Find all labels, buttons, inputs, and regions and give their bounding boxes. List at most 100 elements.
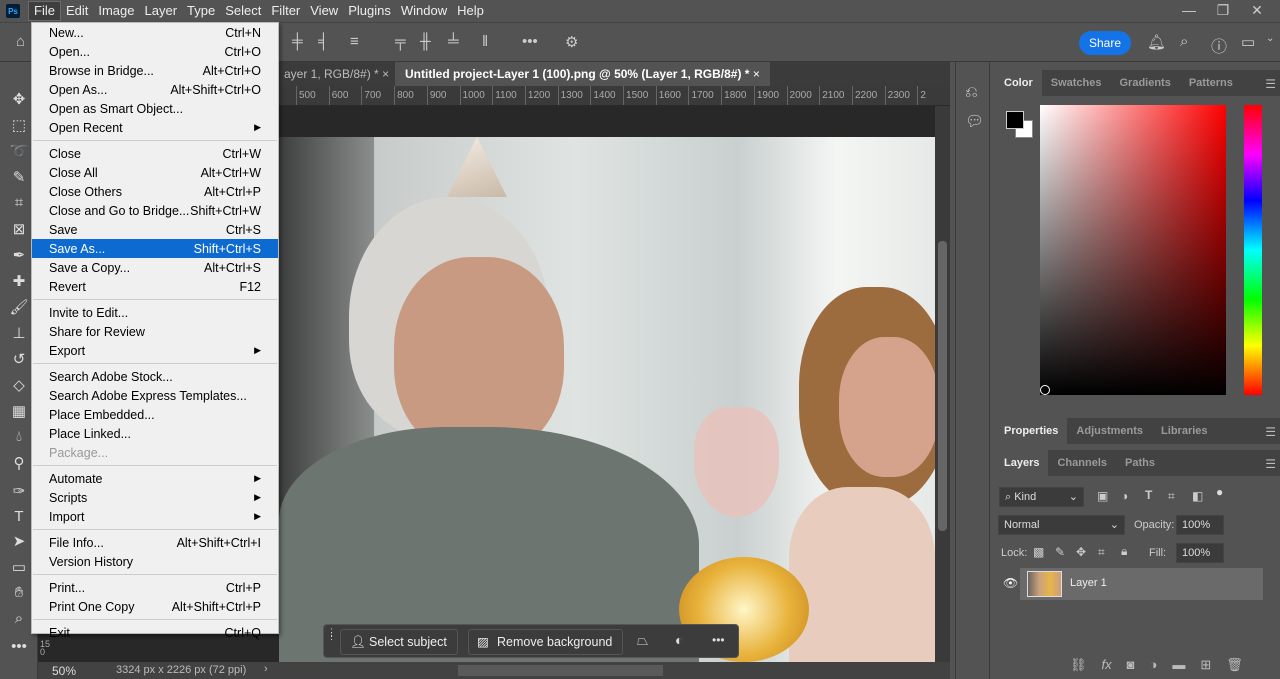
tab-paths[interactable]: Paths [1116,450,1164,476]
mask-icon[interactable]: ◙ [1127,657,1135,673]
remove-background-button[interactable]: ▨ Remove background [468,629,624,655]
file-menu-item-close-all[interactable]: Close All Alt+Ctrl+W [32,163,278,182]
trash-icon[interactable]: 🗑︎ [1226,657,1243,673]
zoom-level[interactable]: 50% [52,664,76,678]
transform-icon[interactable]: ⏢ [637,632,648,649]
help-icon[interactable]: ⓘ [1211,33,1227,57]
file-menu-item-share-for-review[interactable]: Share for Review [32,322,278,341]
close-icon[interactable]: × [382,67,389,81]
layer-filter-select[interactable]: ⌕ Kind ⌄ [999,487,1084,507]
color-picker-field[interactable] [1040,105,1226,395]
file-menu-item-open-as[interactable]: Open As... Alt+Shift+Ctrl+O [32,80,278,99]
eye-icon[interactable]: 👁︎ [1003,576,1018,590]
file-menu-item-export[interactable]: Export ▶ [32,341,278,360]
file-menu-item-automate[interactable]: Automate ▶ [32,469,278,488]
file-menu-item-open[interactable]: Open... Ctrl+O [32,42,278,61]
home-icon[interactable]: ⌂ [16,33,25,50]
close-icon[interactable]: × [753,67,760,81]
foreground-color-swatch[interactable] [1006,111,1024,129]
file-menu-item-search-adobe-express-templates[interactable]: Search Adobe Express Templates... [32,386,278,405]
file-menu-item-close-and-go-to-bridge[interactable]: Close and Go to Bridge... Shift+Ctrl+W [32,201,278,220]
panel-menu-icon[interactable]: ☰ [1265,457,1276,471]
lock-pixels-icon[interactable]: ✎ [1055,545,1065,559]
opacity-input[interactable]: 100% [1176,515,1224,535]
more-icon[interactable]: ••• [712,633,725,647]
align-right-icon[interactable]: ╡ [318,33,329,50]
scroll-thumb[interactable] [938,241,947,531]
align-bottom-icon[interactable]: ╧ [448,33,459,50]
lock-all-icon[interactable]: 🔒︎ [1121,544,1127,559]
folder-icon[interactable]: ▬ [1172,657,1185,673]
file-menu-item-scripts[interactable]: Scripts ▶ [32,488,278,507]
new-layer-icon[interactable]: ⊞ [1200,657,1211,673]
adjustment-icon[interactable]: ◐ [675,632,683,648]
file-menu-item-invite-to-edit[interactable]: Invite to Edit... [32,303,278,322]
chevron-down-icon[interactable]: ⌄ [1266,33,1274,44]
tab-document-1[interactable]: ayer 1, RGB/8#) * × [274,62,399,86]
file-menu-item-print-one-copy[interactable]: Print One Copy Alt+Shift+Ctrl+P [32,597,278,616]
document-image[interactable] [279,137,935,662]
type-filter-icon[interactable]: T [1145,488,1152,502]
adjustment-layer-icon[interactable]: ◑ [1150,657,1158,673]
file-menu-item-revert[interactable]: Revert F12 [32,277,278,296]
menu-type[interactable]: Type [182,1,220,21]
file-menu-item-save-as[interactable]: Save As... Shift+Ctrl+S [32,239,278,258]
panel-menu-icon[interactable]: ☰ [1265,425,1276,439]
menu-image[interactable]: Image [93,1,139,21]
align-middle-icon[interactable]: ╫ [420,33,431,50]
menu-filter[interactable]: Filter [266,1,305,21]
layer-name[interactable]: Layer 1 [1070,577,1107,589]
filter-toggle-icon[interactable]: ● [1216,485,1223,499]
menu-window[interactable]: Window [396,1,452,21]
tab-channels[interactable]: Channels [1048,450,1116,476]
blend-mode-select[interactable]: Normal ⌄ [998,515,1125,535]
fill-input[interactable]: 100% [1176,543,1224,563]
hue-slider[interactable] [1244,105,1262,395]
drag-handle-icon[interactable]: ⋮⋮ [327,628,336,641]
search-icon[interactable]: ⌕ [1180,33,1188,50]
lock-artboard-icon[interactable]: ⌗ [1098,545,1105,560]
file-menu-item-new[interactable]: New... Ctrl+N [32,23,278,42]
tab-patterns[interactable]: Patterns [1180,70,1242,96]
close-window-button[interactable]: ✕ [1240,0,1274,20]
gear-icon[interactable]: ⚙ [565,33,578,51]
tab-layers[interactable]: Layers [995,450,1049,476]
tab-swatches[interactable]: Swatches [1042,70,1111,96]
align-top-icon[interactable]: ╤ [395,33,406,50]
menu-edit[interactable]: Edit [61,1,93,21]
distribute-vertical-icon[interactable]: ‖ [482,33,488,50]
minimize-button[interactable]: — [1172,0,1206,20]
fx-icon[interactable]: fx [1102,657,1112,673]
lock-position-icon[interactable]: ✥ [1076,545,1086,559]
file-menu-item-close[interactable]: Close Ctrl+W [32,144,278,163]
align-center-icon[interactable]: ╪ [292,33,303,50]
tab-adjustments[interactable]: Adjustments [1067,418,1152,444]
chevron-right-icon[interactable]: › [264,663,268,675]
tab-properties[interactable]: Properties [995,418,1068,444]
tab-document-2[interactable]: Untitled project-Layer 1 (100).png @ 50%… [395,62,770,86]
tab-gradients[interactable]: Gradients [1110,70,1179,96]
workspace-icon[interactable]: ▭ [1241,33,1255,51]
file-menu-item-open-recent[interactable]: Open Recent ▶ [32,118,278,137]
more-icon[interactable]: ••• [522,33,538,50]
file-menu-item-place-linked[interactable]: Place Linked... [32,424,278,443]
share-button[interactable]: Share [1079,31,1131,55]
menu-layer[interactable]: Layer [140,1,183,21]
comments-icon[interactable]: 💬︎ [965,112,984,130]
panel-menu-icon[interactable]: ☰ [1265,77,1276,91]
select-subject-button[interactable]: 👤︎ Select subject [340,629,458,655]
file-menu-item-browse-in-bridge[interactable]: Browse in Bridge... Alt+Ctrl+O [32,61,278,80]
smart-object-filter-icon[interactable]: ◧ [1192,489,1203,503]
file-menu-item-file-info[interactable]: File Info... Alt+Shift+Ctrl+I [32,533,278,552]
file-menu-item-print[interactable]: Print... Ctrl+P [32,578,278,597]
bell-icon[interactable]: 🔔︎ [1147,33,1166,51]
file-menu-item-save-a-copy[interactable]: Save a Copy... Alt+Ctrl+S [32,258,278,277]
shape-filter-icon[interactable]: ⌗ [1168,489,1175,504]
file-menu-item-version-history[interactable]: Version History [32,552,278,571]
file-menu-item-search-adobe-stock[interactable]: Search Adobe Stock... [32,367,278,386]
menu-view[interactable]: View [305,1,343,21]
tab-libraries[interactable]: Libraries [1152,418,1216,444]
horizontal-scrollbar[interactable] [458,665,663,676]
history-icon[interactable]: ⎌ [965,84,978,102]
file-menu-item-open-as-smart-object[interactable]: Open as Smart Object... [32,99,278,118]
